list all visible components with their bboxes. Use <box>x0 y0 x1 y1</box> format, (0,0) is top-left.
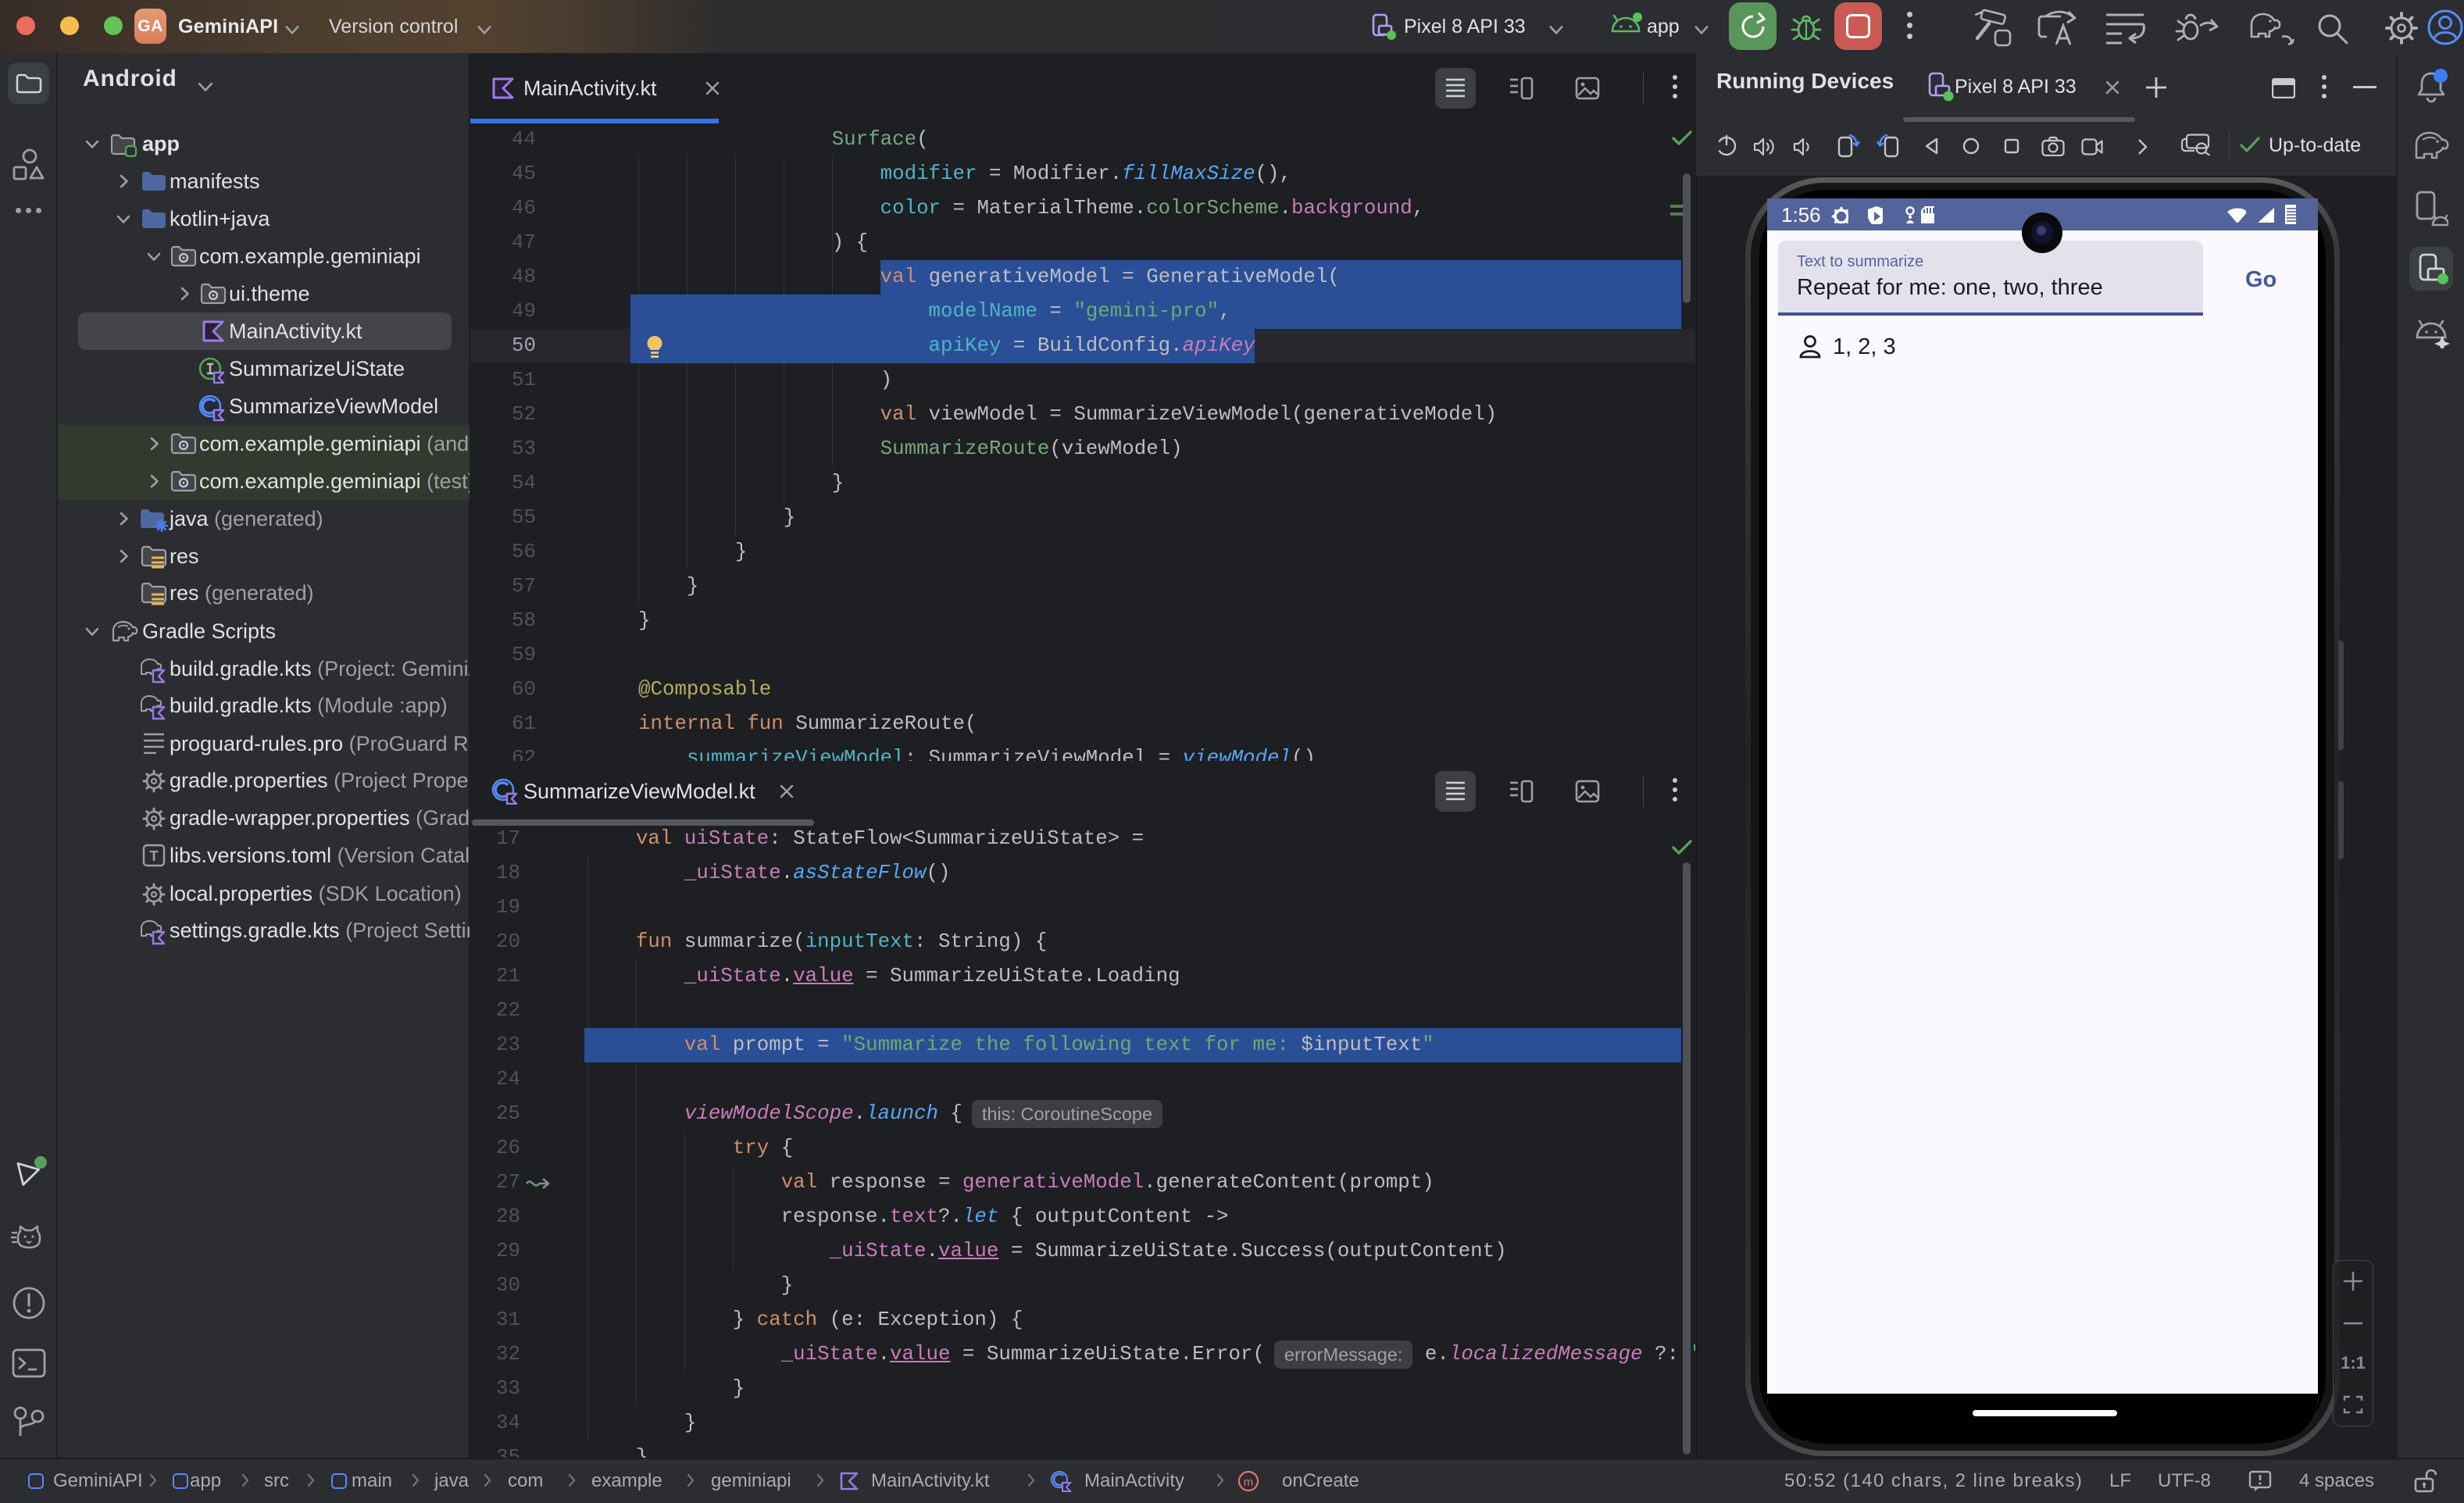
svg-text:T: T <box>150 848 159 864</box>
svg-text:m: m <box>1244 1476 1254 1489</box>
